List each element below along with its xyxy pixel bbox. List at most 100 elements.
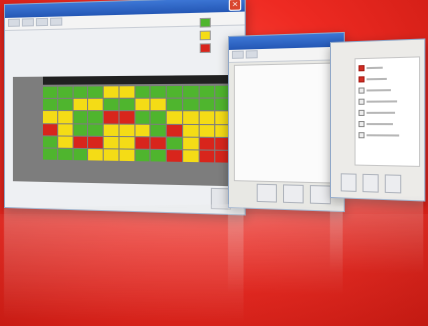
tree-item[interactable] [358,98,400,105]
grid-cell[interactable] [182,150,199,163]
grid-cell[interactable] [134,136,150,149]
window-reflection [4,203,244,323]
grid-cell[interactable] [199,85,215,98]
red-flag-icon [358,76,365,83]
legend-item-green [199,17,211,28]
grid-cell[interactable] [42,148,57,160]
action-button[interactable] [309,185,331,205]
grid-cell[interactable] [57,148,73,161]
tree-item[interactable] [358,64,400,72]
grid-cell[interactable] [150,98,166,111]
action-button[interactable] [340,173,357,192]
grid-cell[interactable] [57,111,73,123]
grid-cell[interactable] [42,99,57,111]
toolbar-button[interactable] [245,50,258,59]
grid-cell[interactable] [88,123,103,136]
checkbox-icon[interactable] [358,121,365,128]
grid-cell[interactable] [73,148,88,161]
toolbar-button[interactable] [35,17,49,27]
grid-cell[interactable] [73,98,88,111]
grid-cell[interactable] [134,149,150,162]
grid-cell[interactable] [134,86,150,98]
grid-cell[interactable] [182,137,199,150]
grid-cell[interactable] [103,136,119,149]
grid-cell[interactable] [119,98,134,111]
grid-cell[interactable] [57,123,73,136]
grid-cell[interactable] [166,85,182,98]
close-icon[interactable]: × [228,0,242,11]
grid-cell[interactable] [199,98,215,111]
grid-cell[interactable] [134,111,150,124]
grid-cell[interactable] [150,86,166,98]
grid-cell[interactable] [103,149,119,161]
grid-cell[interactable] [42,136,57,148]
grid-cell[interactable] [199,124,215,137]
toolbar-button[interactable] [231,50,244,59]
grid-cell[interactable] [103,124,119,136]
report-window [228,31,345,213]
grid-cell[interactable] [182,111,199,124]
tree-item[interactable] [358,121,400,128]
checkbox-icon[interactable] [358,98,365,105]
grid-cell[interactable] [134,98,150,111]
grid-cell[interactable] [119,124,134,136]
toolbar-button[interactable] [21,18,34,27]
grid-cell[interactable] [73,123,88,136]
grid-cell[interactable] [166,111,182,124]
grid-cell[interactable] [166,124,182,137]
grid-cell[interactable] [166,98,182,111]
grid-cell[interactable] [150,124,166,137]
grid-cell[interactable] [57,136,73,148]
red-flag-icon [358,65,365,72]
action-button[interactable] [362,173,379,193]
grid-cell[interactable] [134,124,150,136]
grid-cell[interactable] [150,111,166,124]
grid-cell[interactable] [88,98,103,111]
grid-cell[interactable] [88,86,103,98]
legend-item-red [199,43,211,54]
grid-cell[interactable] [166,149,182,162]
grid-cell[interactable] [73,111,88,123]
grid-cell[interactable] [182,124,199,137]
action-button[interactable] [384,174,402,194]
grid-cell[interactable] [88,136,103,149]
grid-cell[interactable] [199,150,215,163]
toolbar-button[interactable] [7,18,20,27]
grid-cell[interactable] [150,136,166,149]
grid-cell[interactable] [88,148,103,161]
checkbox-icon[interactable] [358,109,365,116]
grid-cell[interactable] [103,86,119,98]
tree-item[interactable] [358,132,400,139]
grid-cell[interactable] [182,85,199,98]
grid-cell[interactable] [199,137,215,150]
grid-cell[interactable] [73,86,88,98]
grid-cell[interactable] [182,98,199,111]
grid-cell[interactable] [88,111,103,123]
grid-cell[interactable] [119,86,134,98]
grid-cell[interactable] [57,99,73,111]
grid-cell[interactable] [73,136,88,148]
grid-cell[interactable] [199,111,215,124]
tree-item[interactable] [358,76,400,83]
grid-cell[interactable] [119,149,134,162]
button-row [340,173,402,194]
checkbox-icon[interactable] [358,132,365,139]
grid-cell[interactable] [42,86,57,99]
grid-cell[interactable] [42,111,57,123]
action-button[interactable] [283,184,304,204]
grid-cell[interactable] [42,123,57,136]
grid-cell[interactable] [103,111,119,124]
tree-item[interactable] [358,109,400,116]
action-button[interactable] [256,183,277,203]
tree-item[interactable] [358,87,400,94]
grid-cell[interactable] [119,111,134,124]
grid-cell[interactable] [57,86,73,99]
settings-window [330,38,426,202]
checkbox-icon[interactable] [358,87,365,94]
grid-cell[interactable] [103,98,119,111]
grid-cell[interactable] [150,149,166,162]
grid-cell[interactable] [119,136,134,149]
toolbar-button[interactable] [50,17,63,26]
status-grid [42,85,232,163]
grid-cell[interactable] [166,137,182,150]
